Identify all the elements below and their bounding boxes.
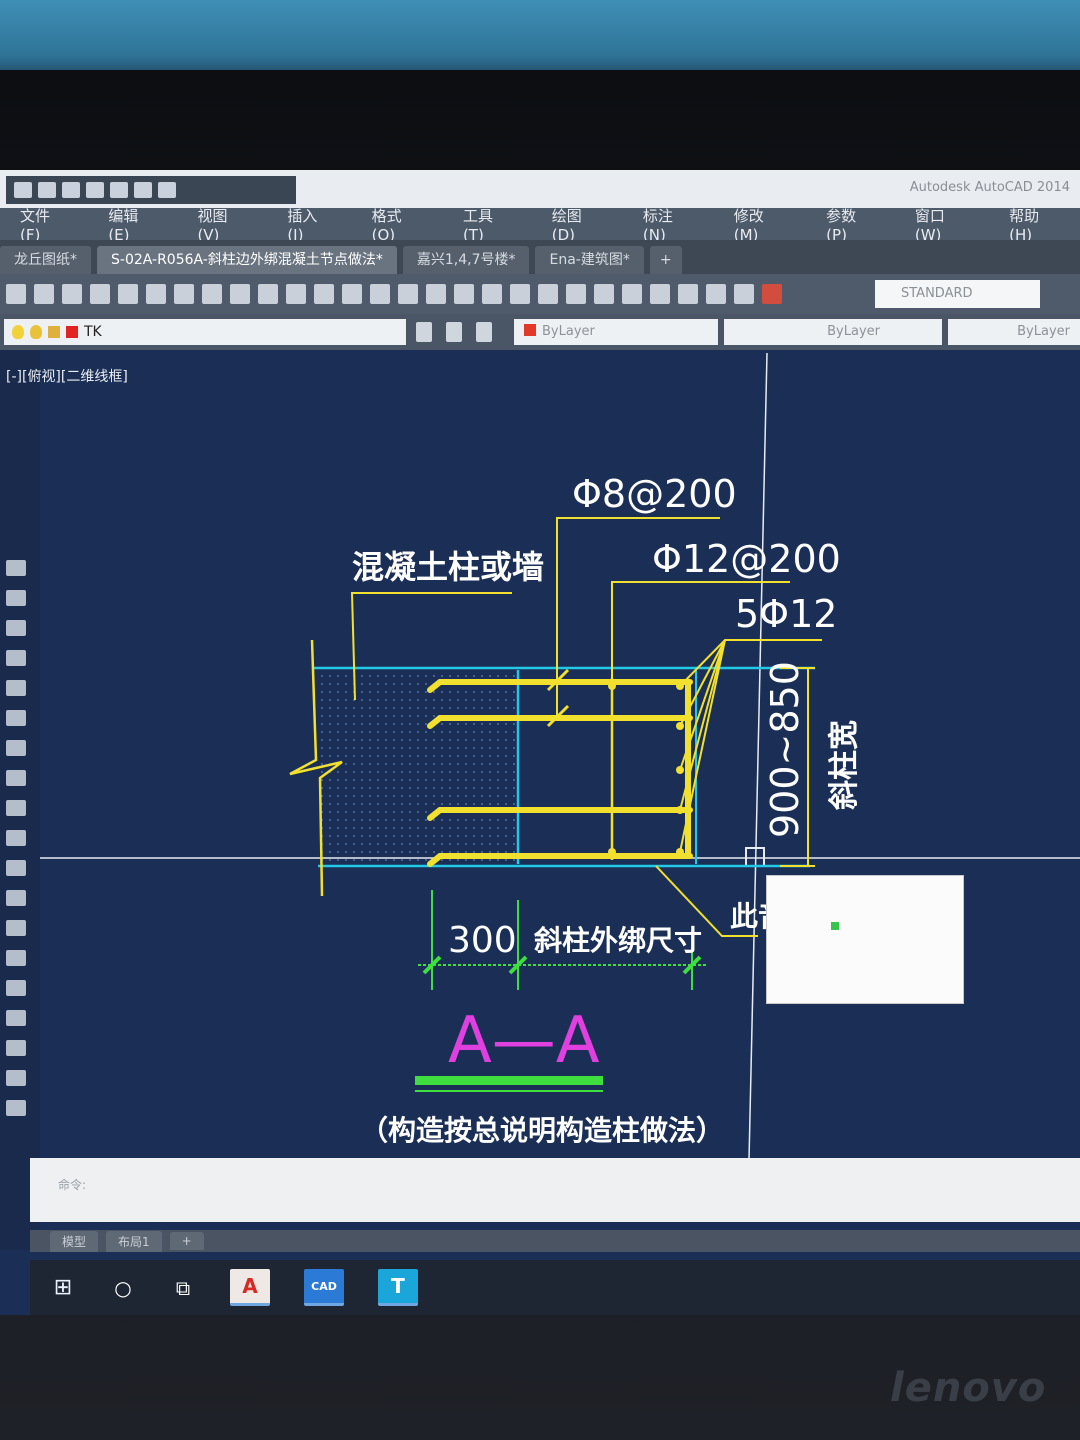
start-icon[interactable]: ⊞ — [50, 1275, 76, 1301]
autocad-taskbar-icon[interactable]: A — [230, 1269, 270, 1306]
rebar-dot-1 — [608, 682, 616, 690]
tab-add-layout[interactable]: + — [169, 1232, 204, 1250]
tooltip-popup — [766, 875, 964, 1004]
wall-background — [0, 0, 1080, 80]
label-rebar-12: Φ12@200 — [652, 537, 841, 581]
section-title: A—A — [448, 1004, 600, 1078]
rebar-dot-7 — [608, 848, 616, 856]
dim-300-text: 300 — [448, 920, 517, 961]
task-view-icon[interactable]: ⧉ — [170, 1275, 196, 1301]
autocad-screen: Autodesk AutoCAD 2014 文件(F) 编辑(E) 视图(V) … — [0, 170, 1080, 1315]
section-underline-thick — [415, 1076, 603, 1085]
dim-vertical-text: 900~850 — [763, 661, 807, 838]
label-concrete: 混凝土柱或墙 — [352, 548, 544, 586]
dim-outer-text: 斜柱外绑尺寸 — [534, 924, 702, 957]
grip-marker — [831, 922, 839, 930]
command-line[interactable]: 命令: — [30, 1158, 1080, 1222]
concrete-hatch — [318, 670, 518, 866]
search-icon[interactable]: ○ — [110, 1275, 136, 1301]
layout-tabs: 模型 布局1 + — [30, 1230, 1080, 1252]
drawing-canvas[interactable]: Φ8@200 混凝土柱或墙 Φ12@200 5Φ12 900~850 斜柱宽 3… — [0, 170, 1080, 1315]
label-rebar-5: 5Φ12 — [735, 592, 837, 636]
t-app-taskbar-icon[interactable]: T — [378, 1269, 418, 1306]
label-column-width: 斜柱宽 — [827, 720, 862, 810]
command-prompt: 命令: — [58, 1178, 87, 1192]
windows-taskbar: ⊞ ○ ⧉ A CAD T — [30, 1260, 1080, 1315]
section-underline-thin — [415, 1090, 603, 1092]
label-rebar-8: Φ8@200 — [572, 472, 737, 516]
cad-viewer-taskbar-icon[interactable]: CAD — [304, 1269, 344, 1306]
tab-model[interactable]: 模型 — [50, 1230, 99, 1252]
section-note: （构造按总说明构造柱做法） — [360, 1114, 724, 1147]
lenovo-logo: lenovo — [890, 1365, 1047, 1411]
rebar-dots — [608, 682, 684, 856]
tab-layout1[interactable]: 布局1 — [106, 1230, 162, 1252]
